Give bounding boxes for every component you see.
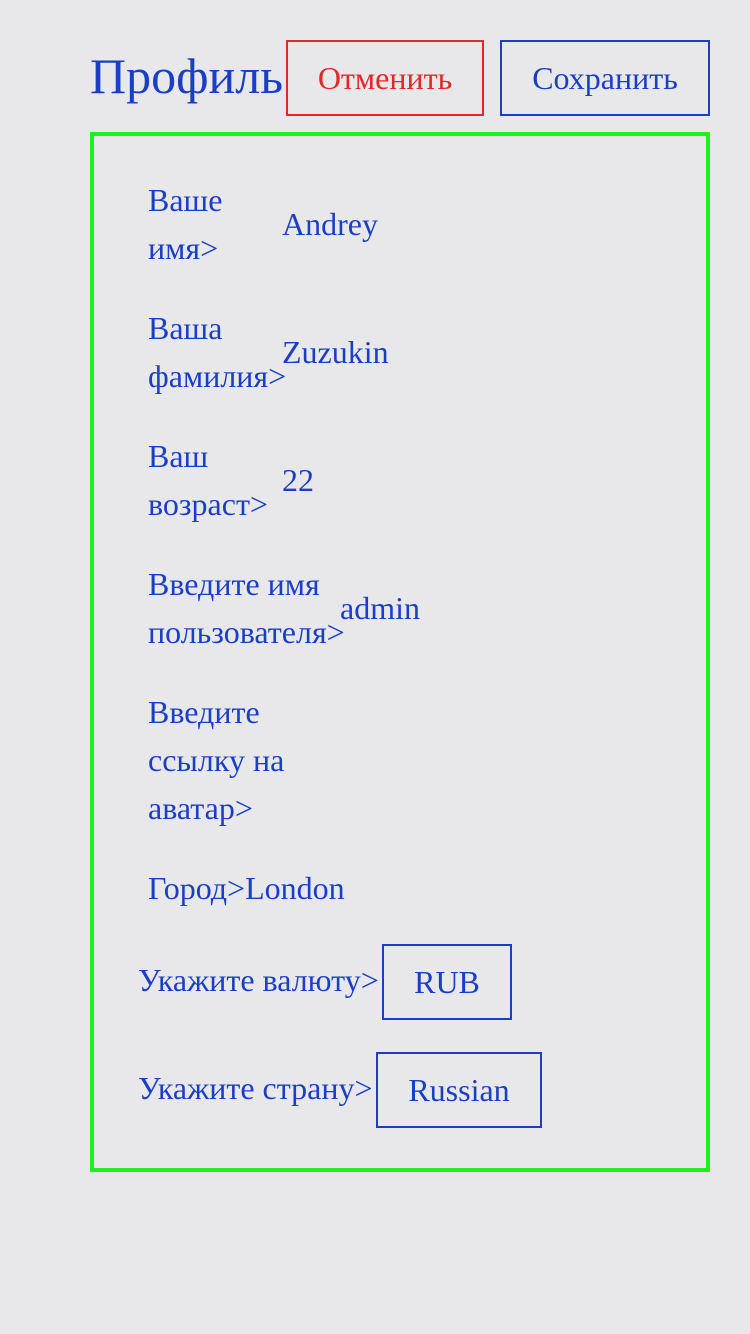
first-name-field[interactable]: Andrey <box>282 200 378 248</box>
country-select[interactable]: Russian <box>376 1052 542 1128</box>
profile-form: Ваше имя> Andrey Ваша фамилия> Zuzukin В… <box>90 132 710 1172</box>
cancel-button[interactable]: Отменить <box>286 40 484 116</box>
country-label: Укажите страну> <box>138 1070 373 1106</box>
avatar-label: Введите ссылку на аватар> <box>148 694 285 826</box>
username-label: Введите имя пользователя> <box>148 566 345 650</box>
age-field[interactable]: 22 <box>282 456 314 504</box>
city-label: Город> <box>148 870 246 906</box>
save-button[interactable]: Сохранить <box>500 40 710 116</box>
currency-label: Укажите валюту> <box>138 962 379 998</box>
page-title: Профиль <box>90 48 284 104</box>
first-name-label: Ваше имя> <box>148 182 223 266</box>
username-field[interactable]: admin <box>340 584 420 632</box>
last-name-label: Ваша фамилия> <box>148 310 287 394</box>
city-field[interactable]: London <box>245 870 345 906</box>
city-row: Город>London <box>148 864 345 912</box>
age-label: Ваш возраст> <box>148 438 268 522</box>
avatar-url-field[interactable] <box>282 736 582 784</box>
last-name-field[interactable]: Zuzukin <box>282 328 389 376</box>
currency-select[interactable]: RUB <box>382 944 512 1020</box>
